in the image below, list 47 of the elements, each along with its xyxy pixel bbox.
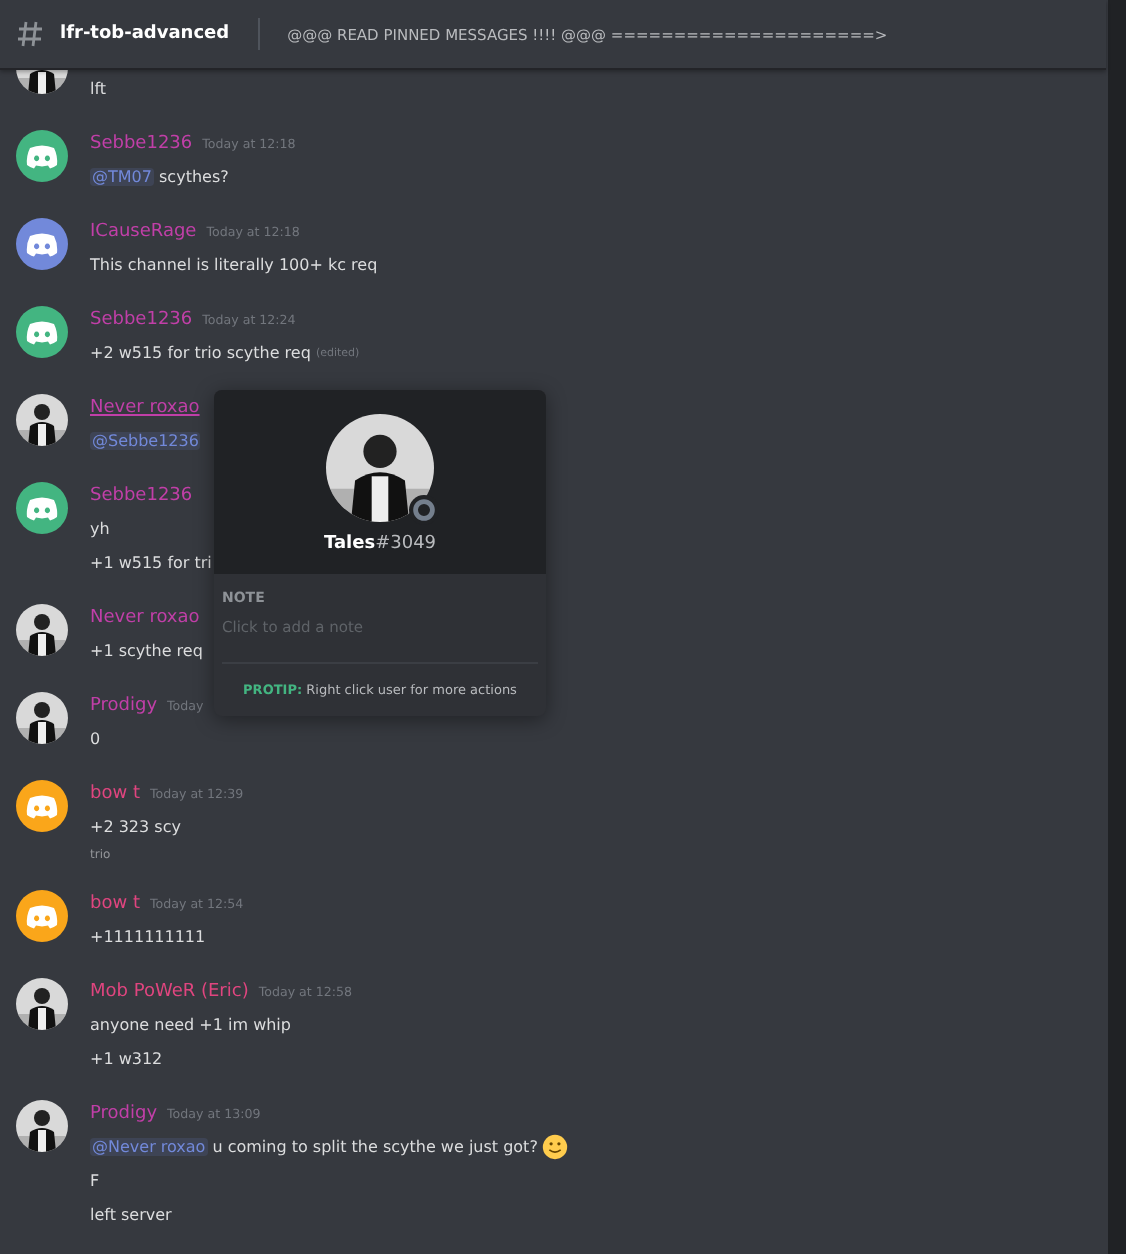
message-text: F — [90, 1170, 102, 1194]
message-text: yh — [90, 518, 112, 542]
author-name[interactable]: bow t — [90, 784, 140, 804]
message-text: 0 — [90, 728, 103, 752]
author-name[interactable]: Prodigy — [90, 1104, 158, 1124]
message-text: lft — [90, 78, 107, 102]
avatar[interactable] — [16, 890, 68, 942]
author-name[interactable]: Never roxao — [90, 398, 200, 418]
channel-name: lfr-tob-advanced — [60, 24, 230, 44]
author-name[interactable]: Sebbe1236 — [90, 310, 193, 330]
message-text: +1111111111 — [90, 926, 208, 950]
user-mention[interactable]: @Never roxao — [90, 1138, 208, 1156]
discord-logo-icon — [26, 145, 58, 169]
discord-logo-icon — [26, 233, 58, 257]
message-text: This channel is literally 100+ kc req — [90, 254, 378, 278]
username: Tales#3049 — [323, 534, 437, 554]
channel-hash-icon — [16, 20, 44, 48]
message-text: +1 scythe req — [90, 640, 203, 664]
message-text: +1 w312 — [90, 1048, 165, 1072]
smiley-emoji-icon — [541, 1134, 568, 1160]
message-text: +2 323 scy — [90, 816, 183, 840]
author-name[interactable]: Sebbe1236 — [90, 486, 193, 506]
avatar[interactable] — [16, 218, 68, 270]
user-mention[interactable]: @Sebbe1236 — [90, 432, 201, 450]
discord-logo-icon — [26, 795, 58, 819]
avatar[interactable] — [16, 780, 68, 832]
author-name[interactable]: Prodigy — [90, 696, 158, 716]
avatar[interactable] — [16, 482, 68, 534]
message-text: u coming to split the scythe we just got? — [210, 1138, 538, 1156]
discord-logo-icon — [26, 905, 58, 929]
avatar[interactable] — [16, 130, 68, 182]
message-text: +2 w515 for trio scythe req — [90, 344, 313, 362]
message-text: left server — [90, 1204, 174, 1228]
discord-logo-icon — [26, 321, 58, 345]
avatar[interactable] — [16, 306, 68, 358]
user-mention[interactable]: @TM07 — [90, 168, 154, 186]
author-name[interactable]: Mob PoWeR (Eric) — [90, 982, 249, 1002]
author-name[interactable]: bow t — [90, 894, 140, 914]
message-text: +1 w515 for tri — [90, 552, 212, 576]
author-name[interactable]: Sebbe1236 — [90, 134, 193, 154]
discord-logo-icon — [26, 497, 58, 521]
status-icon — [408, 494, 440, 526]
message-text: anyone need +1 im whip — [90, 1014, 293, 1038]
scrollbar[interactable] — [1108, 0, 1126, 1254]
author-name[interactable]: ICauseRage — [90, 222, 197, 242]
message-text: scythes? — [157, 168, 229, 186]
author-name[interactable]: Never roxao — [90, 608, 200, 628]
